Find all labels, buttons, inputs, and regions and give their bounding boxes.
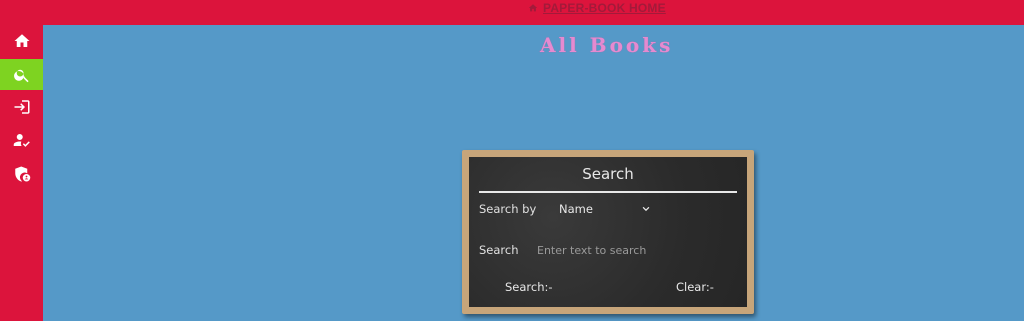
sidebar-item-login[interactable] [0, 91, 43, 122]
sidebar-item-home[interactable] [0, 25, 43, 56]
sidebar-item-search[interactable] [0, 59, 43, 90]
search-label: Search [479, 243, 519, 257]
clear-button[interactable]: Clear:- [676, 280, 714, 294]
login-icon [14, 99, 29, 114]
search-input[interactable] [537, 241, 727, 259]
search-by-select[interactable]: Name [553, 200, 653, 218]
shield-lock-icon [14, 166, 30, 181]
divider [479, 191, 737, 193]
page-title: All Books [540, 33, 674, 57]
search-button[interactable]: Search:- [505, 280, 553, 294]
search-panel-title: Search [582, 165, 634, 183]
chalkboard: Search Search by Name Search Search:- Cl… [469, 157, 747, 307]
top-bar: PAPER-BOOK HOME [0, 0, 1024, 25]
home-icon [14, 33, 29, 47]
home-link-label: PAPER-BOOK HOME [543, 1, 666, 15]
home-link[interactable]: PAPER-BOOK HOME [528, 0, 666, 16]
user-check-icon [13, 133, 30, 147]
search-panel: Search Search by Name Search Search:- Cl… [462, 150, 754, 314]
sidebar-item-admin[interactable] [0, 158, 43, 189]
sidebar-item-user-verify[interactable] [0, 124, 43, 155]
sidebar [0, 25, 43, 321]
home-icon [528, 4, 538, 12]
search-by-value: Name [559, 202, 593, 216]
chevron-down-icon [642, 206, 650, 212]
search-by-label: Search by [479, 202, 537, 216]
search-icon [13, 69, 29, 82]
